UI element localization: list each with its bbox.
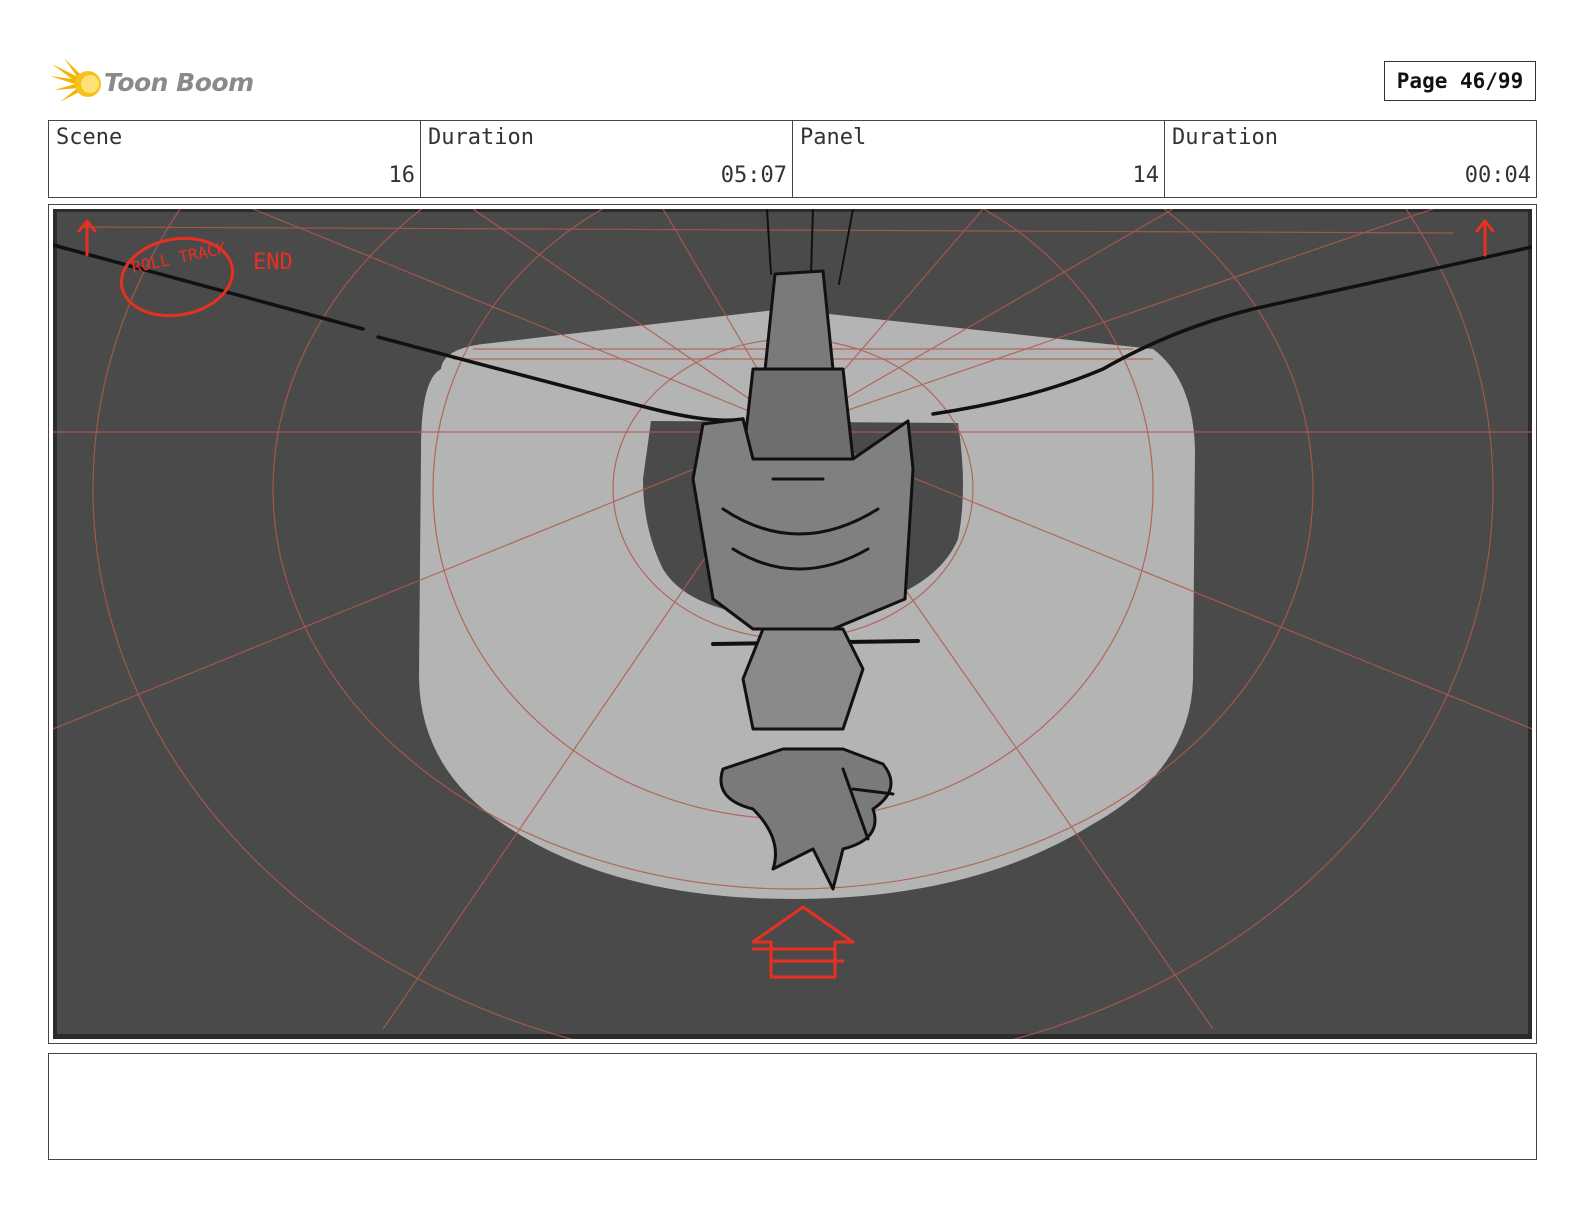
scene-value: 16 [388,163,416,188]
storyboard-panel-image: ROLL TRACK END [53,209,1532,1039]
scene-duration-label: Duration [428,125,534,150]
storyboard-drawing: ROLL TRACK END [53,209,1532,1039]
panel-duration-cell: Duration 00:04 [1165,121,1536,197]
scene-duration-value: 05:07 [720,163,787,188]
panel-value: 14 [1132,163,1160,188]
scene-cell: Scene 16 [49,121,421,197]
panel-duration-label: Duration [1172,125,1278,150]
scene-duration-cell: Duration 05:07 [421,121,793,197]
toon-boom-logo: Toon Boom [50,56,254,108]
panel-cell: Panel 14 [793,121,1165,197]
toon-boom-burst-icon [50,58,101,102]
logo-text: Toon Boom [104,67,254,97]
panel-notes-box [48,1053,1537,1160]
scene-label: Scene [56,125,123,150]
panel-label: Panel [800,125,867,150]
page-number: Page 46/99 [1384,61,1536,101]
scene-info-table: Scene 16 Duration 05:07 Panel 14 Duratio… [48,120,1537,198]
panel-duration-value: 00:04 [1464,163,1531,188]
storyboard-panel-frame: ROLL TRACK END [48,204,1537,1044]
end-annotation: END [253,250,293,275]
